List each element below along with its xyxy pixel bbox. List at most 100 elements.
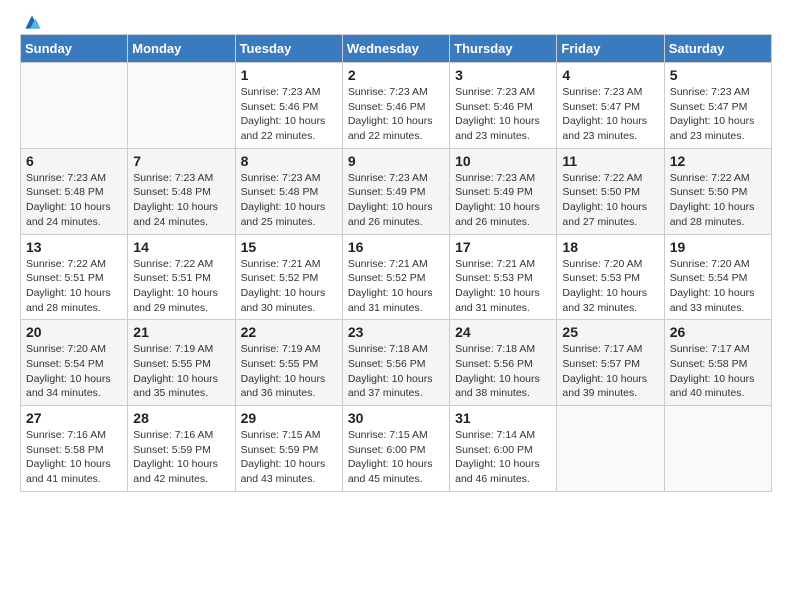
- day-info: Sunrise: 7:14 AMSunset: 6:00 PMDaylight:…: [455, 428, 551, 487]
- day-number: 2: [348, 67, 444, 83]
- calendar-cell: 3 Sunrise: 7:23 AMSunset: 5:46 PMDaylight…: [450, 63, 557, 149]
- calendar-cell: 19 Sunrise: 7:20 AMSunset: 5:54 PMDayligh…: [664, 234, 771, 320]
- day-number: 26: [670, 324, 766, 340]
- day-info: Sunrise: 7:22 AMSunset: 5:51 PMDaylight:…: [133, 257, 229, 316]
- col-header-saturday: Saturday: [664, 35, 771, 63]
- calendar-cell: [557, 406, 664, 492]
- calendar-cell: 17Sunrise: 7:21 AMSunset: 5:53 PMDayligh…: [450, 234, 557, 320]
- day-info: Sunrise: 7:15 AMSunset: 5:59 PMDaylight:…: [241, 428, 337, 487]
- col-header-tuesday: Tuesday: [235, 35, 342, 63]
- day-number: 4: [562, 67, 658, 83]
- calendar-cell: 15Sunrise: 7:21 AMSunset: 5:52 PMDayligh…: [235, 234, 342, 320]
- day-info: Sunrise: 7:15 AMSunset: 6:00 PMDaylight:…: [348, 428, 444, 487]
- day-info: Sunrise: 7:17 AMSunset: 5:57 PMDaylight:…: [562, 342, 658, 401]
- day-info: Sunrise: 7:23 AMSunset: 5:48 PMDaylight:…: [241, 171, 337, 230]
- calendar-cell: 21 Sunrise: 7:19 AMSunset: 5:55 PMDayligh…: [128, 320, 235, 406]
- calendar-cell: 4 Sunrise: 7:23 AMSunset: 5:47 PMDaylight…: [557, 63, 664, 149]
- day-info: Sunrise: 7:23 AMSunset: 5:49 PMDaylight:…: [455, 171, 551, 230]
- day-info: Sunrise: 7:19 AMSunset: 5:55 PMDaylight:…: [133, 342, 229, 401]
- day-info: Sunrise: 7:23 AMSunset: 5:49 PMDaylight:…: [348, 171, 444, 230]
- day-number: 25: [562, 324, 658, 340]
- day-number: 8: [241, 153, 337, 169]
- col-header-thursday: Thursday: [450, 35, 557, 63]
- calendar-cell: 12 Sunrise: 7:22 AMSunset: 5:50 PMDayligh…: [664, 148, 771, 234]
- calendar-cell: 16 Sunrise: 7:21 AMSunset: 5:52 PMDayligh…: [342, 234, 449, 320]
- logo-icon: [22, 12, 42, 32]
- calendar-cell: 13 Sunrise: 7:22 AMSunset: 5:51 PMDayligh…: [21, 234, 128, 320]
- col-header-wednesday: Wednesday: [342, 35, 449, 63]
- logo: [20, 20, 42, 24]
- day-info: Sunrise: 7:18 AMSunset: 5:56 PMDaylight:…: [348, 342, 444, 401]
- calendar-cell: 28 Sunrise: 7:16 AMSunset: 5:59 PMDayligh…: [128, 406, 235, 492]
- calendar-cell: 1Sunrise: 7:23 AMSunset: 5:46 PMDaylight…: [235, 63, 342, 149]
- day-number: 5: [670, 67, 766, 83]
- calendar-cell: 14 Sunrise: 7:22 AMSunset: 5:51 PMDayligh…: [128, 234, 235, 320]
- day-info: Sunrise: 7:21 AMSunset: 5:52 PMDaylight:…: [348, 257, 444, 316]
- calendar-cell: 11 Sunrise: 7:22 AMSunset: 5:50 PMDayligh…: [557, 148, 664, 234]
- calendar-cell: 20 Sunrise: 7:20 AMSunset: 5:54 PMDayligh…: [21, 320, 128, 406]
- day-info: Sunrise: 7:23 AMSunset: 5:47 PMDaylight:…: [562, 85, 658, 144]
- day-number: 28: [133, 410, 229, 426]
- calendar-cell: 5 Sunrise: 7:23 AMSunset: 5:47 PMDaylight…: [664, 63, 771, 149]
- day-info: Sunrise: 7:16 AMSunset: 5:59 PMDaylight:…: [133, 428, 229, 487]
- day-info: Sunrise: 7:22 AMSunset: 5:51 PMDaylight:…: [26, 257, 122, 316]
- day-number: 21: [133, 324, 229, 340]
- day-info: Sunrise: 7:23 AMSunset: 5:47 PMDaylight:…: [670, 85, 766, 144]
- calendar-cell: 31 Sunrise: 7:14 AMSunset: 6:00 PMDayligh…: [450, 406, 557, 492]
- day-info: Sunrise: 7:23 AMSunset: 5:48 PMDaylight:…: [26, 171, 122, 230]
- day-number: 24: [455, 324, 551, 340]
- day-info: Sunrise: 7:18 AMSunset: 5:56 PMDaylight:…: [455, 342, 551, 401]
- calendar-cell: 6 Sunrise: 7:23 AMSunset: 5:48 PMDaylight…: [21, 148, 128, 234]
- day-number: 13: [26, 239, 122, 255]
- calendar-cell: 9 Sunrise: 7:23 AMSunset: 5:49 PMDaylight…: [342, 148, 449, 234]
- day-number: 3: [455, 67, 551, 83]
- calendar-cell: 22Sunrise: 7:19 AMSunset: 5:55 PMDayligh…: [235, 320, 342, 406]
- day-info: Sunrise: 7:20 AMSunset: 5:54 PMDaylight:…: [26, 342, 122, 401]
- day-info: Sunrise: 7:23 AMSunset: 5:46 PMDaylight:…: [455, 85, 551, 144]
- day-number: 31: [455, 410, 551, 426]
- day-number: 10: [455, 153, 551, 169]
- col-header-sunday: Sunday: [21, 35, 128, 63]
- calendar-cell: 18 Sunrise: 7:20 AMSunset: 5:53 PMDayligh…: [557, 234, 664, 320]
- calendar-cell: 7 Sunrise: 7:23 AMSunset: 5:48 PMDaylight…: [128, 148, 235, 234]
- day-number: 16: [348, 239, 444, 255]
- day-info: Sunrise: 7:20 AMSunset: 5:54 PMDaylight:…: [670, 257, 766, 316]
- day-number: 30: [348, 410, 444, 426]
- calendar-cell: [128, 63, 235, 149]
- col-header-monday: Monday: [128, 35, 235, 63]
- day-number: 12: [670, 153, 766, 169]
- calendar-cell: 23 Sunrise: 7:18 AMSunset: 5:56 PMDayligh…: [342, 320, 449, 406]
- day-number: 19: [670, 239, 766, 255]
- calendar-cell: [664, 406, 771, 492]
- day-number: 23: [348, 324, 444, 340]
- day-info: Sunrise: 7:23 AMSunset: 5:48 PMDaylight:…: [133, 171, 229, 230]
- day-number: 20: [26, 324, 122, 340]
- day-info: Sunrise: 7:22 AMSunset: 5:50 PMDaylight:…: [670, 171, 766, 230]
- day-info: Sunrise: 7:23 AMSunset: 5:46 PMDaylight:…: [348, 85, 444, 144]
- day-number: 1: [241, 67, 337, 83]
- day-number: 6: [26, 153, 122, 169]
- day-info: Sunrise: 7:17 AMSunset: 5:58 PMDaylight:…: [670, 342, 766, 401]
- page-header: [20, 20, 772, 24]
- calendar-cell: [21, 63, 128, 149]
- day-number: 27: [26, 410, 122, 426]
- day-number: 29: [241, 410, 337, 426]
- day-info: Sunrise: 7:22 AMSunset: 5:50 PMDaylight:…: [562, 171, 658, 230]
- calendar-cell: 27 Sunrise: 7:16 AMSunset: 5:58 PMDayligh…: [21, 406, 128, 492]
- day-info: Sunrise: 7:21 AMSunset: 5:52 PMDaylight:…: [241, 257, 337, 316]
- day-info: Sunrise: 7:16 AMSunset: 5:58 PMDaylight:…: [26, 428, 122, 487]
- day-number: 7: [133, 153, 229, 169]
- day-number: 17: [455, 239, 551, 255]
- calendar-cell: 26 Sunrise: 7:17 AMSunset: 5:58 PMDayligh…: [664, 320, 771, 406]
- calendar-cell: 2 Sunrise: 7:23 AMSunset: 5:46 PMDaylight…: [342, 63, 449, 149]
- calendar-cell: 24 Sunrise: 7:18 AMSunset: 5:56 PMDayligh…: [450, 320, 557, 406]
- day-number: 18: [562, 239, 658, 255]
- calendar-cell: 30 Sunrise: 7:15 AMSunset: 6:00 PMDayligh…: [342, 406, 449, 492]
- day-number: 9: [348, 153, 444, 169]
- calendar-cell: 8 Sunrise: 7:23 AMSunset: 5:48 PMDaylight…: [235, 148, 342, 234]
- day-info: Sunrise: 7:20 AMSunset: 5:53 PMDaylight:…: [562, 257, 658, 316]
- col-header-friday: Friday: [557, 35, 664, 63]
- day-number: 11: [562, 153, 658, 169]
- day-number: 14: [133, 239, 229, 255]
- calendar-table: SundayMondayTuesdayWednesdayThursdayFrid…: [20, 34, 772, 492]
